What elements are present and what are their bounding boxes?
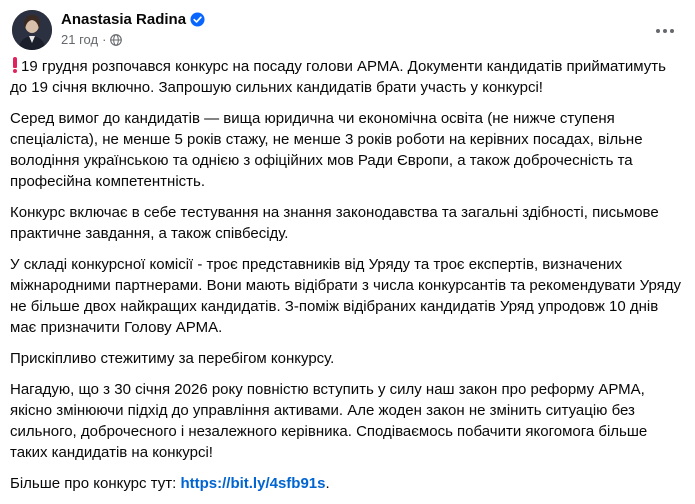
post-paragraph-more: Більше про конкурс тут: https://bit.ly/4… xyxy=(10,473,681,494)
post-paragraph: Прискіпливо стежитиму за перебігом конку… xyxy=(10,350,335,367)
facebook-post: Anastasia Radina 21 год · 19 грудня розп… xyxy=(0,0,695,492)
post-body: 19 грудня розпочався конкурс на посаду г… xyxy=(10,55,681,504)
verified-badge-icon xyxy=(190,12,205,27)
meta-separator: · xyxy=(102,32,107,47)
post-paragraph: Серед вимог до кандидатів — вища юридичн… xyxy=(10,110,643,190)
post-paragraph: Конкурс включає в себе тестування на зна… xyxy=(10,204,659,242)
link-suffix: . xyxy=(325,475,330,492)
contest-link[interactable]: https://bit.ly/4sfb91s xyxy=(180,475,325,492)
exclamation-emoji-icon xyxy=(12,57,18,73)
author-name-row: Anastasia Radina xyxy=(61,11,205,28)
post-paragraph: 19 грудня розпочався конкурс на посаду г… xyxy=(10,55,681,98)
more-horizontal-icon xyxy=(656,29,660,33)
more-options-button[interactable] xyxy=(647,13,683,49)
globe-icon[interactable] xyxy=(110,33,123,46)
more-dot xyxy=(663,29,667,33)
post-header: Anastasia Radina 21 год · xyxy=(12,7,683,53)
author-avatar[interactable] xyxy=(12,10,52,50)
paragraph-text: 19 грудня розпочався конкурс на посаду г… xyxy=(10,58,666,96)
post-paragraph: Нагадую, що з 30 січня 2026 року повніст… xyxy=(10,381,648,461)
more-info-label: Більше про конкурс тут: xyxy=(10,475,177,492)
post-paragraph: У складі конкурсної комісії - троє предс… xyxy=(10,256,681,336)
post-timestamp[interactable]: 21 год xyxy=(61,32,98,47)
author-name[interactable]: Anastasia Radina xyxy=(61,11,186,28)
more-dot xyxy=(670,29,674,33)
post-meta: 21 год · xyxy=(61,32,123,47)
